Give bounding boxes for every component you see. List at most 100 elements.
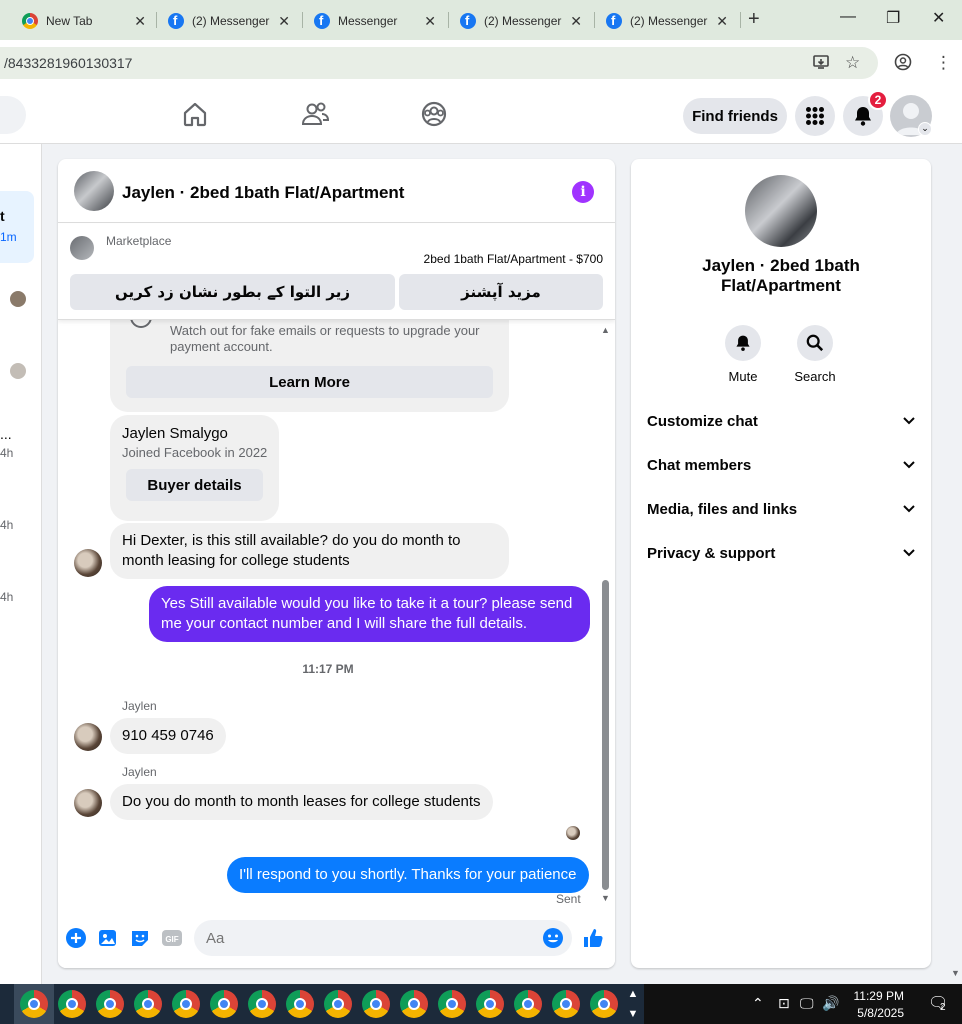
scroll-down-arrow-icon[interactable]: ▼ — [601, 893, 610, 903]
info-avatar[interactable] — [745, 175, 817, 247]
incoming-message[interactable]: Do you do month to month leases for coll… — [110, 784, 493, 820]
buyer-details-button[interactable]: Buyer details — [126, 469, 263, 501]
more-options-button[interactable]: مزید آپشنز — [399, 274, 603, 310]
mute-label: Mute — [728, 369, 758, 384]
marketplace-bar: Marketplace 2bed 1bath Flat/Apartment - … — [58, 224, 615, 320]
page-scrollbar[interactable]: ▼ — [948, 144, 962, 984]
message-scrollbar[interactable] — [602, 580, 609, 890]
profile-icon[interactable] — [894, 53, 912, 76]
thumbs-up-icon[interactable] — [582, 927, 604, 949]
chrome-taskbar-icon[interactable] — [58, 990, 86, 1018]
mute-action[interactable]: Mute — [713, 325, 773, 384]
tab-new-tab[interactable]: New Tab ✕ — [22, 8, 146, 34]
sticker-icon[interactable] — [129, 927, 151, 949]
sender-avatar[interactable] — [74, 723, 102, 751]
tab-divider — [156, 12, 157, 28]
chrome-taskbar-icon[interactable] — [20, 990, 48, 1018]
privacy-support-row[interactable]: Privacy & support — [647, 541, 915, 565]
minimize-icon[interactable]: — — [840, 8, 856, 26]
marketplace-label: Marketplace — [106, 234, 172, 248]
chrome-taskbar-icon[interactable] — [514, 990, 542, 1018]
taskbar-scroll-arrows[interactable]: ▲ ▼ — [622, 984, 644, 1024]
chat-list-name-fragment: t — [0, 208, 5, 224]
outgoing-message[interactable]: Yes Still available would you like to ta… — [149, 586, 590, 642]
chevron-up-icon[interactable]: ⌃ — [752, 995, 764, 1012]
chrome-taskbar-icon[interactable] — [172, 990, 200, 1018]
chevron-down-icon[interactable]: ⌄ — [918, 122, 932, 136]
incoming-message[interactable]: 910 459 0746 — [110, 718, 226, 754]
chrome-taskbar-icon[interactable] — [476, 990, 504, 1018]
chat-title[interactable]: Jaylen · 2bed 1bath Flat/Apartment — [122, 183, 404, 203]
chrome-taskbar-icon[interactable] — [210, 990, 238, 1018]
tab-messenger-1[interactable]: (2) Messenger ✕ — [168, 8, 290, 34]
chrome-taskbar-icon[interactable] — [438, 990, 466, 1018]
network-icon[interactable]: 🖵 — [800, 995, 814, 1012]
plus-circle-icon[interactable] — [65, 927, 87, 949]
tab-messenger-2[interactable]: Messenger ✕ — [314, 8, 436, 34]
new-tab-plus-icon[interactable]: + — [748, 8, 760, 31]
close-icon[interactable]: ✕ — [716, 13, 728, 30]
window-close-icon[interactable]: ✕ — [932, 8, 945, 28]
learn-more-button[interactable]: Learn More — [126, 366, 493, 398]
chrome-taskbar-icon[interactable] — [324, 990, 352, 1018]
meet-now-icon[interactable]: ⊡ — [778, 995, 790, 1012]
info-icon[interactable]: i — [572, 181, 594, 203]
chat-list-time-fragment: 4h — [0, 590, 14, 604]
install-app-icon[interactable] — [812, 53, 830, 76]
mark-pending-button[interactable]: زیر التوا کے بطور نشان زد کریں — [70, 274, 395, 310]
menu-button[interactable] — [795, 96, 835, 136]
chrome-taskbar-icon[interactable] — [248, 990, 276, 1018]
outgoing-message[interactable]: I'll respond to you shortly. Thanks for … — [227, 857, 589, 893]
close-icon[interactable]: ✕ — [424, 13, 436, 30]
chat-avatar[interactable] — [74, 171, 114, 211]
chat-list-item-selected[interactable] — [0, 191, 34, 263]
search-action[interactable]: Search — [785, 325, 845, 384]
scroll-up-arrow-icon[interactable]: ▲ — [601, 325, 610, 335]
home-icon[interactable] — [180, 99, 210, 129]
chat-list-time-fragment: 4h — [0, 518, 14, 532]
sender-avatar[interactable] — [74, 549, 102, 577]
kebab-menu-icon[interactable]: ⋮ — [935, 53, 952, 73]
chrome-taskbar-icon[interactable] — [590, 990, 618, 1018]
emoji-icon[interactable] — [542, 927, 564, 949]
conversation-info-panel: Jaylen · 2bed 1bath Flat/Apartment Mute … — [631, 159, 931, 968]
mute-button[interactable] — [725, 325, 761, 361]
chrome-taskbar-icon[interactable] — [552, 990, 580, 1018]
chrome-taskbar-icon[interactable] — [96, 990, 124, 1018]
listing-price[interactable]: 2bed 1bath Flat/Apartment - $700 — [424, 252, 603, 266]
gif-icon[interactable]: GIF — [161, 927, 183, 949]
sender-avatar[interactable] — [74, 789, 102, 817]
media-files-links-row[interactable]: Media, files and links — [647, 497, 915, 521]
grid-menu-icon — [806, 107, 824, 125]
chrome-taskbar-icon[interactable] — [400, 990, 428, 1018]
chrome-taskbar-icon[interactable] — [362, 990, 390, 1018]
volume-icon[interactable]: 🔊 — [822, 995, 839, 1012]
close-icon[interactable]: ✕ — [570, 13, 582, 30]
find-friends-button[interactable]: Find friends — [683, 98, 787, 134]
customize-chat-row[interactable]: Customize chat — [647, 409, 915, 433]
message-input[interactable] — [194, 920, 572, 956]
chrome-taskbar-icon[interactable] — [286, 990, 314, 1018]
shield-icon — [130, 320, 152, 328]
search-button[interactable] — [797, 325, 833, 361]
section-label: Chat members — [647, 456, 752, 474]
url-text[interactable]: /8433281960130317 — [4, 55, 132, 71]
restore-icon[interactable]: ❐ — [886, 8, 900, 28]
groups-icon[interactable] — [419, 99, 449, 129]
tab-messenger-4[interactable]: (2) Messenger ✕ — [606, 8, 728, 34]
bookmark-star-icon[interactable]: ☆ — [845, 53, 860, 73]
close-icon[interactable]: ✕ — [134, 13, 146, 30]
tab-messenger-3[interactable]: (2) Messenger ✕ — [460, 8, 582, 34]
chrome-taskbar-icon[interactable] — [134, 990, 162, 1018]
chat-header: Jaylen · 2bed 1bath Flat/Apartment i — [58, 159, 615, 223]
close-icon[interactable]: ✕ — [278, 13, 290, 30]
clock[interactable]: 11:29 PM 5/8/2025 — [850, 988, 904, 1022]
friends-icon[interactable] — [300, 99, 330, 129]
incoming-message[interactable]: Hi Dexter, is this still available? do y… — [110, 523, 509, 579]
photo-icon[interactable] — [97, 927, 119, 949]
facebook-search-input[interactable] — [0, 96, 26, 134]
tab-divider — [740, 12, 741, 28]
listing-thumbnail[interactable] — [70, 236, 94, 260]
scroll-down-arrow-icon[interactable]: ▼ — [951, 968, 960, 978]
chat-members-row[interactable]: Chat members — [647, 453, 915, 477]
